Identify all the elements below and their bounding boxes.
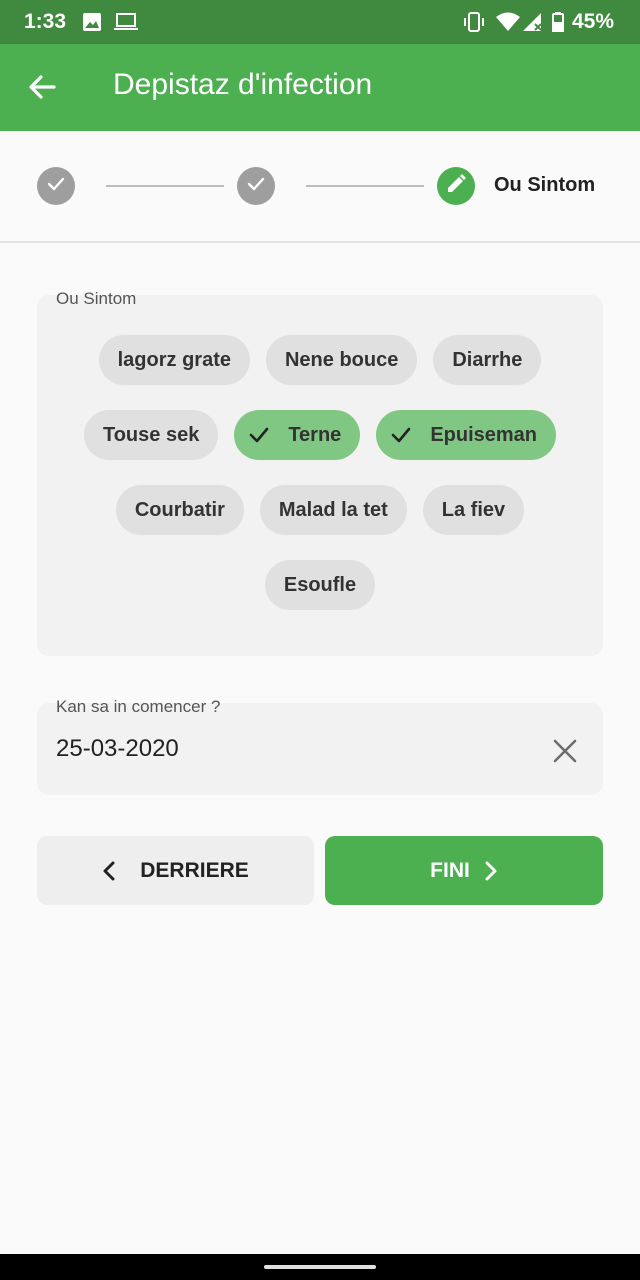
chip-label: Terne (288, 423, 342, 446)
chip-label: Esoufle (283, 573, 357, 596)
chip-label: lagorz grate (117, 348, 231, 371)
chip-label: Nene bouce (284, 348, 399, 371)
symptom-chip[interactable]: lagorz grate (98, 335, 250, 385)
step-1-completed[interactable] (37, 167, 75, 205)
app-bar: Depistaz d'infection (0, 44, 640, 131)
back-button-label: DERRIERE (140, 858, 249, 882)
finish-button[interactable]: FINI (325, 836, 603, 905)
image-icon (82, 12, 102, 37)
current-step-label: Ou Sintom (494, 174, 596, 196)
back-button[interactable]: DERRIERE (37, 836, 314, 905)
status-bar: 1:33 45% (0, 0, 640, 44)
symptom-chip[interactable]: Diarrhe (433, 335, 542, 385)
symptom-chips: lagorz grate Nene bouce Diarrhe Touse se… (37, 335, 603, 635)
chevron-left-icon (102, 861, 116, 881)
symptom-chip[interactable]: Touse sek (83, 410, 219, 460)
chip-row: lagorz grate Nene bouce Diarrhe (37, 335, 603, 385)
chip-label: Diarrhe (452, 348, 523, 371)
step-3-active[interactable] (437, 167, 475, 205)
symptoms-label: Ou Sintom (56, 289, 137, 308)
chip-label: Touse sek (102, 423, 200, 446)
chip-row: Esoufle (37, 560, 603, 610)
battery-percentage: 45% (571, 10, 614, 33)
wifi-icon (496, 12, 520, 37)
finish-button-label: FINI (430, 858, 470, 882)
arrow-back-icon[interactable] (26, 70, 60, 104)
chip-label: Malad la tet (278, 498, 388, 521)
check-icon (46, 174, 66, 199)
step-connector (306, 185, 424, 187)
home-gesture-handle[interactable] (264, 1265, 376, 1269)
check-icon (390, 424, 412, 446)
battery-icon (552, 12, 564, 37)
start-date-label: Kan sa in comencer ? (56, 697, 221, 716)
chip-label: Epuiseman (430, 423, 538, 446)
page-title: Depistaz d'infection (113, 68, 373, 101)
symptom-chip[interactable]: Malad la tet (259, 485, 407, 535)
laptop-icon (114, 12, 138, 37)
chip-label: Courbatir (134, 498, 225, 521)
step-2-completed[interactable] (237, 167, 275, 205)
symptom-chip[interactable]: Esoufle (264, 560, 376, 610)
stepper: Ou Sintom (0, 131, 640, 243)
step-connector (106, 185, 224, 187)
vibrate-icon (463, 12, 485, 37)
navigation-bar (0, 1254, 640, 1280)
symptom-chip-selected[interactable]: Epuiseman (376, 410, 557, 460)
status-time: 1:33 (24, 10, 67, 33)
chevron-right-icon (484, 861, 498, 881)
pencil-icon (445, 173, 467, 200)
start-date-field[interactable]: Kan sa in comencer ? 25-03-2020 (37, 697, 603, 795)
symptom-chip-selected[interactable]: Terne (234, 410, 361, 460)
chip-row: Touse sek Terne Epuiseman (37, 410, 603, 460)
symptoms-card: Ou Sintom lagorz grate Nene bouce Diarrh… (37, 289, 603, 656)
symptom-chip[interactable]: La fiev (422, 485, 525, 535)
chip-row: Courbatir Malad la tet La fiev (37, 485, 603, 535)
chip-label: La fiev (441, 498, 506, 521)
close-icon[interactable] (551, 737, 579, 765)
check-icon (246, 174, 266, 199)
signal-icon (522, 12, 544, 37)
symptom-chip[interactable]: Nene bouce (265, 335, 418, 385)
start-date-value: 25-03-2020 (56, 735, 179, 762)
symptom-chip[interactable]: Courbatir (115, 485, 244, 535)
check-icon (248, 424, 270, 446)
